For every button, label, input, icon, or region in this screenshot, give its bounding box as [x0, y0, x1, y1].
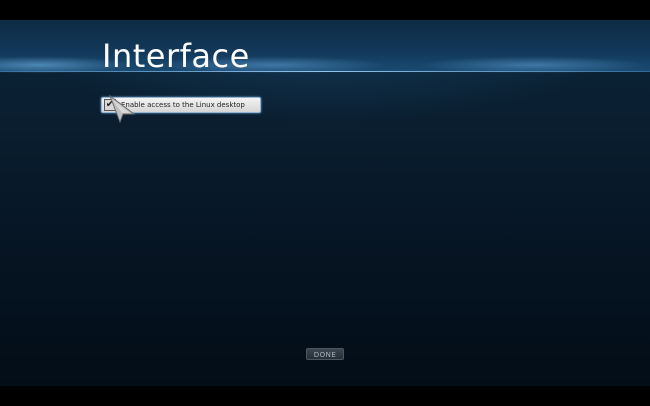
done-button[interactable]: DONE: [306, 348, 344, 360]
page-title: Interface: [102, 37, 250, 75]
settings-page: Interface ✔ Enable access to the Linux d…: [0, 20, 650, 386]
mouse-pointer-icon: [108, 94, 136, 124]
linux-desktop-option-label: Enable access to the Linux desktop: [121, 101, 245, 109]
letterbox-top: [0, 0, 650, 20]
header-divider: [0, 71, 650, 72]
letterbox-bottom: [0, 386, 650, 406]
screen: Interface ✔ Enable access to the Linux d…: [0, 0, 650, 406]
